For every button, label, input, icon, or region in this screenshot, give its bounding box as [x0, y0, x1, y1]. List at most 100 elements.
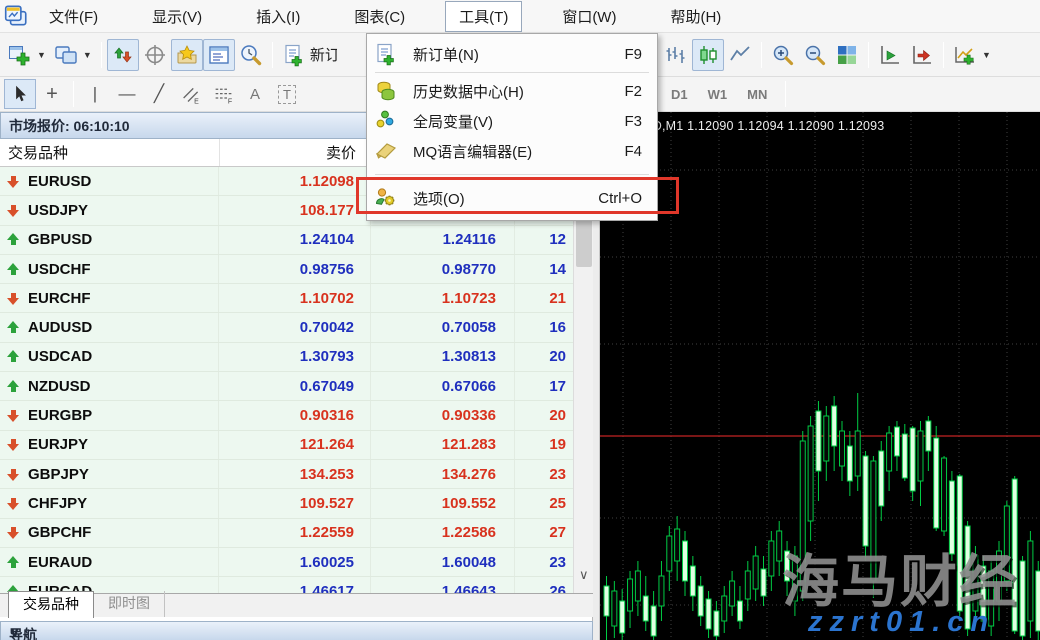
menubar-item-5[interactable]: 工具(T): [445, 1, 522, 32]
symbol-cell: USDCAD: [0, 343, 219, 371]
equidistant-channel-icon[interactable]: [175, 79, 207, 109]
candle: [635, 571, 640, 601]
toolbar-separator: [73, 81, 74, 107]
navigator-panel-header[interactable]: 导航 ∨: [0, 621, 593, 640]
symbol-name: EURJPY: [28, 436, 88, 453]
menu-item-label: 新订单(N): [413, 44, 624, 65]
toolbar-separator: [101, 42, 102, 68]
menubar-item-4[interactable]: 图表(C): [340, 1, 419, 32]
menubar-item-7[interactable]: 帮助(H): [656, 1, 735, 32]
table-row[interactable]: CHFJPY109.527109.55225: [0, 489, 573, 518]
new-order-button-label[interactable]: 新订单: [310, 44, 337, 65]
text-icon[interactable]: A: [239, 79, 271, 109]
terminal-icon[interactable]: [203, 39, 235, 71]
table-row[interactable]: GBPJPY134.253134.27623: [0, 460, 573, 489]
buy-value: 1.46643: [371, 577, 515, 593]
candle: [918, 431, 923, 481]
indicators-icon[interactable]: [949, 39, 981, 71]
trendline-icon[interactable]: ╱: [143, 79, 175, 109]
menu-item-h[interactable]: 历史数据中心(H)F2: [367, 76, 657, 106]
strategy-tester-icon[interactable]: [235, 39, 267, 71]
table-row[interactable]: GBPCHF1.225591.2258627: [0, 519, 573, 548]
candle: [628, 579, 633, 611]
data-window-icon[interactable]: [139, 39, 171, 71]
candle: [706, 599, 711, 629]
menu-item-label: 全局变量(V): [413, 111, 624, 132]
symbol-cell: GBPJPY: [0, 460, 219, 488]
table-row[interactable]: GBPUSD1.241041.2411612: [0, 226, 573, 255]
chart-shift-icon[interactable]: [906, 39, 938, 71]
trend-down-icon: [7, 438, 19, 451]
trend-down-icon: [7, 497, 19, 510]
table-row[interactable]: NZDUSD0.670490.6706617: [0, 372, 573, 401]
table-row[interactable]: EURJPY121.264121.28319: [0, 431, 573, 460]
chevron-down-icon[interactable]: ▼: [982, 50, 991, 60]
scroll-down-icon[interactable]: ∨: [579, 567, 589, 583]
table-row[interactable]: USDCAD1.307931.3081320: [0, 343, 573, 372]
candle: [761, 569, 766, 596]
new-order-icon[interactable]: [278, 39, 310, 71]
menu-item-mqe[interactable]: MQ语言编辑器(E)F4: [367, 136, 657, 166]
text-label-icon[interactable]: T: [271, 79, 303, 109]
buy-value: 134.276: [371, 460, 515, 488]
cursor-icon[interactable]: [4, 79, 36, 109]
menubar-item-6[interactable]: 窗口(W): [548, 1, 630, 32]
zoom-out-icon[interactable]: [799, 39, 831, 71]
new-chart-icon[interactable]: [4, 39, 36, 71]
tile-windows-icon[interactable]: [831, 39, 863, 71]
symbol-cell: EURUSD: [0, 167, 219, 195]
menubar-item-2[interactable]: 显示(V): [138, 1, 216, 32]
timeframe-mn[interactable]: MN: [740, 82, 774, 107]
toolbar-separator: [785, 81, 786, 107]
column-header-sell[interactable]: 卖价: [219, 139, 371, 166]
highlight-annotation-box: [356, 177, 679, 214]
buy-value: 1.60048: [371, 548, 515, 576]
menubar-item-1[interactable]: 文件(F): [35, 1, 112, 32]
candle: [1020, 561, 1025, 636]
buy-value: 1.22586: [371, 519, 515, 547]
tab-symbols[interactable]: 交易品种: [8, 591, 94, 618]
fibonacci-icon[interactable]: [207, 79, 239, 109]
spread-value: 23: [515, 548, 573, 576]
candle: [934, 438, 939, 528]
table-row[interactable]: EURAUD1.600251.6004823: [0, 548, 573, 577]
spread-value: 14: [515, 255, 573, 283]
vertical-line-icon[interactable]: |: [79, 79, 111, 109]
profiles-icon[interactable]: [50, 39, 82, 71]
collapse-icon[interactable]: ∨: [9, 624, 582, 640]
toolbar-separator: [272, 42, 273, 68]
candle: [1036, 571, 1040, 631]
symbol-cell: USDJPY: [0, 196, 219, 224]
market-watch-icon[interactable]: [107, 39, 139, 71]
column-header-symbol[interactable]: 交易品种: [0, 142, 219, 163]
tab-tick-chart[interactable]: 即时图: [94, 591, 165, 617]
menu-item-v[interactable]: 全局变量(V)F3: [367, 106, 657, 136]
symbol-name: EURGBP: [28, 407, 92, 424]
navigator-icon[interactable]: [171, 39, 203, 71]
candlestick-icon[interactable]: [692, 39, 724, 71]
menu-item-n[interactable]: 新订单(N)F9: [367, 39, 657, 69]
table-row[interactable]: EURGBP0.903160.9033620: [0, 401, 573, 430]
sell-value: 0.67049: [219, 372, 371, 400]
table-row[interactable]: AUDUSD0.700420.7005816: [0, 313, 573, 342]
auto-scroll-icon[interactable]: [874, 39, 906, 71]
buy-value: 0.90336: [371, 401, 515, 429]
crosshair-icon[interactable]: +: [36, 79, 68, 109]
sell-value: 108.177: [219, 196, 371, 224]
chevron-down-icon[interactable]: ▼: [37, 50, 46, 60]
line-chart-icon[interactable]: [724, 39, 756, 71]
sell-value: 1.60025: [219, 548, 371, 576]
bar-chart-icon[interactable]: [660, 39, 692, 71]
zoom-in-icon[interactable]: [767, 39, 799, 71]
sell-value: 1.22559: [219, 519, 371, 547]
symbol-name: GBPUSD: [28, 231, 92, 248]
horizontal-line-icon[interactable]: —: [111, 79, 143, 109]
timeframe-d1[interactable]: D1: [664, 82, 695, 107]
table-row[interactable]: EURCHF1.107021.1072321: [0, 284, 573, 313]
table-row[interactable]: USDCHF0.987560.9877014: [0, 255, 573, 284]
candle: [604, 586, 609, 616]
trend-up-icon: [7, 233, 19, 246]
chevron-down-icon[interactable]: ▼: [83, 50, 92, 60]
timeframe-w1[interactable]: W1: [701, 82, 735, 107]
menubar-item-3[interactable]: 插入(I): [242, 1, 314, 32]
